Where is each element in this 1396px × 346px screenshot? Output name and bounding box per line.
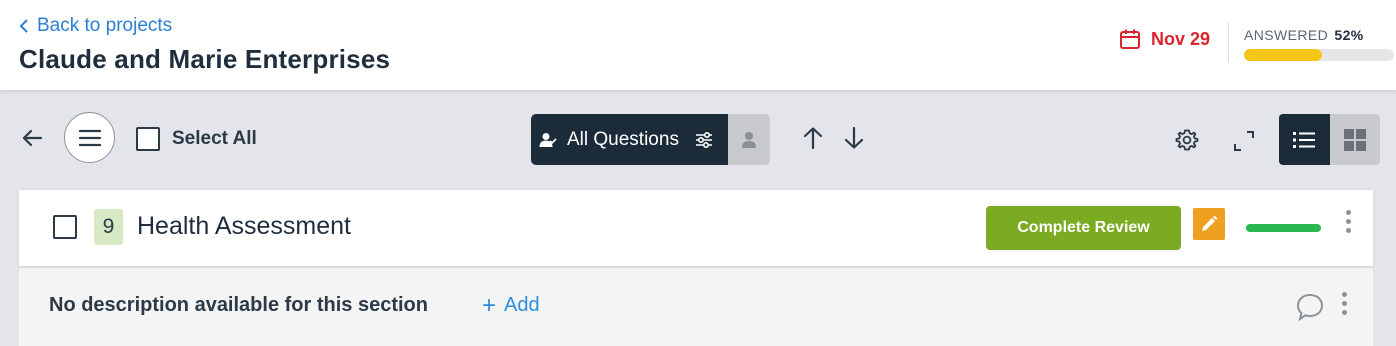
top-header: Back to projects Claude and Marie Enterp… (0, 0, 1396, 90)
question-filter[interactable]: All Questions (531, 114, 770, 165)
answered-percent: 52% (1334, 27, 1364, 43)
expand-icon (1234, 131, 1254, 151)
kebab-dot (1341, 292, 1347, 297)
user-icon (742, 131, 756, 148)
question-count-badge: 9 (94, 209, 123, 245)
filter-label: All Questions (567, 128, 679, 150)
back-link-label: Back to projects (37, 15, 173, 36)
move-up-button[interactable] (799, 124, 827, 152)
project-title: Claude and Marie Enterprises (19, 44, 391, 74)
section-progress-bar (1246, 224, 1321, 232)
menu-toggle-button[interactable] (64, 112, 115, 163)
filter-assignee-button[interactable] (728, 114, 770, 165)
answered-label: ANSWERED (1244, 27, 1329, 43)
answered-progress-fill (1244, 49, 1322, 61)
grid-view-icon (1343, 128, 1366, 151)
kebab-dot (1341, 310, 1347, 315)
add-label: Add (504, 294, 540, 316)
arrow-down-icon (844, 127, 864, 149)
complete-review-button[interactable]: Complete Review (986, 206, 1181, 250)
filter-all-questions-button[interactable]: All Questions (531, 114, 728, 165)
list-view-icon (1293, 131, 1316, 148)
answered-progress-bar (1244, 49, 1394, 61)
kebab-dot (1345, 228, 1351, 233)
arrow-up-icon (803, 127, 823, 149)
select-all-label: Select All (172, 128, 257, 149)
hamburger-menu-icon (78, 129, 101, 146)
select-all-checkbox[interactable]: Select All (136, 127, 257, 151)
plus-icon: + (482, 291, 497, 319)
edit-section-button[interactable] (1193, 208, 1225, 240)
description-more-menu[interactable] (1339, 292, 1349, 322)
kebab-dot (1345, 219, 1351, 224)
expand-button[interactable] (1231, 128, 1257, 154)
user-filter-icon (539, 132, 557, 147)
select-all-box[interactable] (136, 127, 160, 151)
header-divider (1228, 22, 1229, 62)
section-description-panel: No description available for this sectio… (19, 268, 1373, 346)
section-header-card: 9 Health Assessment Complete Review (19, 190, 1373, 266)
add-description-link[interactable]: + Add (482, 291, 540, 319)
due-date[interactable]: Nov 29 (1119, 28, 1210, 50)
kebab-dot (1341, 301, 1347, 306)
arrow-left-icon (22, 129, 43, 147)
comment-icon (1296, 293, 1324, 322)
comment-button[interactable] (1295, 292, 1325, 327)
answered-status: ANSWERED 52% (1244, 27, 1364, 43)
pencil-icon (1202, 215, 1218, 231)
view-mode-toggle[interactable] (1279, 114, 1380, 165)
list-view-button[interactable] (1279, 114, 1330, 165)
chevron-left-icon (19, 19, 28, 33)
grid-view-button[interactable] (1329, 114, 1380, 165)
calendar-icon (1120, 29, 1140, 49)
sliders-icon (695, 131, 712, 148)
back-to-projects-link[interactable]: Back to projects (18, 15, 172, 37)
due-date-text: Nov 29 (1151, 28, 1211, 49)
section-title: Health Assessment (137, 212, 351, 240)
section-more-menu[interactable] (1343, 210, 1353, 240)
move-down-button[interactable] (840, 124, 868, 152)
section-checkbox[interactable] (53, 215, 77, 239)
section-description-text: No description available for this sectio… (49, 294, 428, 316)
settings-button[interactable] (1174, 127, 1200, 153)
kebab-dot (1345, 210, 1351, 215)
collapse-back-button[interactable] (18, 124, 46, 152)
gear-icon (1175, 129, 1199, 151)
